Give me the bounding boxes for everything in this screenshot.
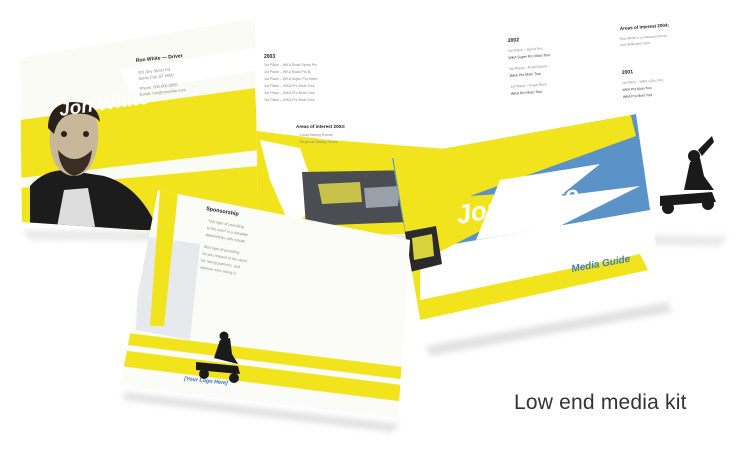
results-2003-line: 1st Place – WKA Road Pro B bbox=[264, 70, 311, 74]
results-2003-line: 1st Place – WKA Road Sprint Pro bbox=[264, 63, 317, 67]
areas-interest-2003-line: Regional Racing Series bbox=[300, 140, 338, 144]
areas-interest-2003-line: Local Karting Events bbox=[300, 133, 333, 137]
results-2003-line: 3rd Place – WKA Pro Moto Tour bbox=[264, 84, 315, 88]
results-2003-line: 1st Place – WKA Super Pro Race bbox=[264, 77, 317, 81]
results-2001-heading: 2001 bbox=[622, 69, 634, 76]
results-2003-heading: 2003 bbox=[264, 54, 275, 60]
caption-text: Low end media kit bbox=[514, 391, 687, 414]
results-2003-line: 3rd Place – WKA Pro Moto Tour bbox=[264, 91, 315, 95]
areas-interest-2003-heading: Areas of interest 2003: bbox=[296, 124, 346, 129]
results-2002-heading: 2002 bbox=[508, 37, 520, 44]
results-2003-line: 3rd Place – WKA Pro Moto Tour bbox=[264, 98, 315, 102]
media-kit-photo: Jon White Ron White — Driver 101 Any Str… bbox=[20, 12, 728, 432]
